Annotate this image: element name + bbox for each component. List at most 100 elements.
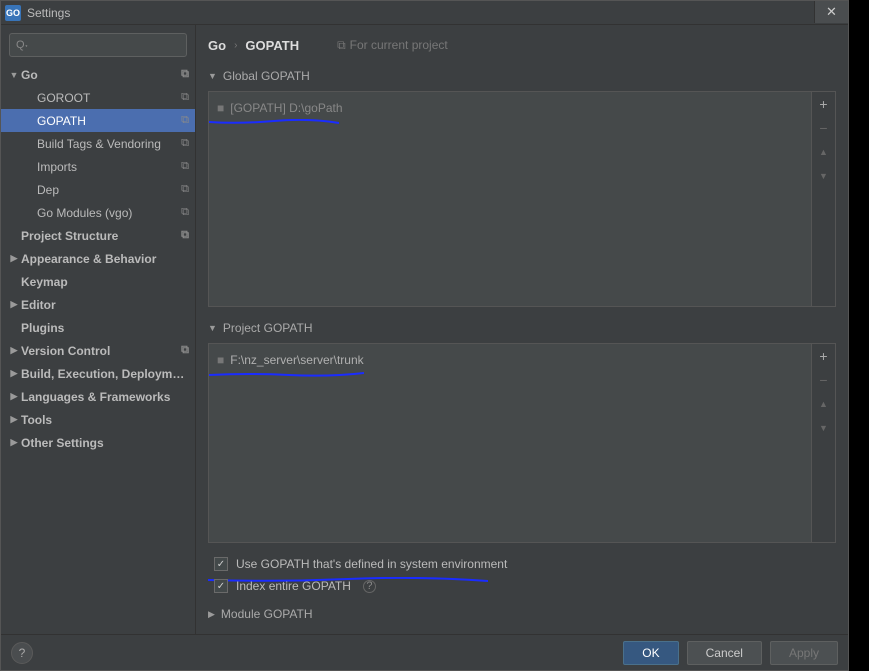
move-up-button[interactable]: ▲ [812, 392, 836, 416]
sidebar-item-project-structure[interactable]: Project Structure ⧉ [1, 224, 195, 247]
chevron-right-icon: ▶ [7, 299, 21, 310]
chevron-right-icon: ▶ [208, 609, 215, 620]
project-gopath-list[interactable]: ■ F:\nz_server\server\trunk [209, 344, 811, 542]
move-down-button[interactable]: ▼ [812, 416, 836, 440]
global-gopath-entry: [GOPATH] D:\goPath [230, 101, 342, 115]
global-gopath-panel: ■ [GOPATH] D:\goPath + − ▲ ▼ [208, 91, 836, 307]
sidebar-item-label: Go [21, 68, 177, 82]
global-gopath-header[interactable]: ▼ Global GOPATH [196, 65, 848, 87]
sidebar-item-build-tags-vendoring[interactable]: Build Tags & Vendoring ⧉ [1, 132, 195, 155]
sidebar-item-label: GOROOT [37, 91, 177, 105]
body: Q˖ ▼Go⧉GOROOT⧉GOPATH⧉Build Tags & Vendor… [1, 25, 848, 634]
copy-icon: ⧉ [337, 38, 346, 53]
copy-icon: ⧉ [181, 183, 189, 196]
module-gopath-header[interactable]: ▶ Module GOPATH [196, 603, 848, 625]
sidebar-item-label: Version Control [21, 344, 177, 358]
main-panel: Go › GOPATH ⧉ For current project ▼ Glob… [196, 25, 848, 634]
sidebar-item-label: Appearance & Behavior [21, 252, 189, 266]
copy-icon: ⧉ [181, 91, 189, 104]
sidebar-item-keymap[interactable]: Keymap [1, 270, 195, 293]
chevron-right-icon: › [234, 40, 237, 51]
sidebar-item-build-execution-deployment[interactable]: ▶Build, Execution, Deployment [1, 362, 195, 385]
project-gopath-title: Project GOPATH [223, 321, 313, 335]
sidebar-item-dep[interactable]: Dep ⧉ [1, 178, 195, 201]
help-button[interactable]: ? [11, 642, 33, 664]
use-env-gopath-row: ✓ Use GOPATH that's defined in system en… [196, 553, 848, 575]
breadcrumb-leaf: GOPATH [245, 38, 299, 53]
global-gopath-title: Global GOPATH [223, 69, 310, 83]
copy-icon: ⧉ [181, 344, 189, 357]
copy-icon: ⧉ [181, 229, 189, 242]
sidebar-item-version-control[interactable]: ▶Version Control ⧉ [1, 339, 195, 362]
sidebar-item-appearance-behavior[interactable]: ▶Appearance & Behavior [1, 247, 195, 270]
search-box[interactable]: Q˖ [9, 33, 187, 57]
copy-icon: ⧉ [181, 137, 189, 150]
titlebar: GO Settings ✕ [1, 1, 848, 25]
app-icon: GO [5, 5, 21, 21]
project-gopath-header[interactable]: ▼ Project GOPATH [196, 317, 848, 339]
chevron-right-icon: ▶ [7, 253, 21, 264]
window-close-button[interactable]: ✕ [814, 1, 848, 23]
global-gopath-toolbar: + − ▲ ▼ [811, 92, 835, 306]
index-entire-gopath-label: Index entire GOPATH [236, 579, 351, 593]
move-up-button[interactable]: ▲ [812, 140, 836, 164]
list-item[interactable]: ■ F:\nz_server\server\trunk [217, 350, 803, 370]
sidebar-item-label: Editor [21, 298, 189, 312]
search-input[interactable] [32, 38, 187, 52]
remove-button[interactable]: − [812, 116, 836, 140]
settings-window: GO Settings ✕ Q˖ ▼Go⧉GOROOT⧉GOPATH⧉Build… [0, 0, 849, 671]
list-item[interactable]: ■ [GOPATH] D:\goPath [217, 98, 803, 118]
sidebar-item-imports[interactable]: Imports⧉ [1, 155, 195, 178]
apply-button[interactable]: Apply [770, 641, 838, 665]
sidebar-item-label: Plugins [21, 321, 189, 335]
sidebar-item-plugins[interactable]: Plugins [1, 316, 195, 339]
chevron-right-icon: ▶ [7, 368, 21, 379]
breadcrumb: Go › GOPATH ⧉ For current project [196, 25, 848, 65]
global-gopath-list[interactable]: ■ [GOPATH] D:\goPath [209, 92, 811, 306]
sidebar-item-label: Languages & Frameworks [21, 390, 189, 404]
project-gopath-entry: F:\nz_server\server\trunk [230, 353, 363, 367]
sidebar-item-other-settings[interactable]: ▶Other Settings [1, 431, 195, 454]
for-current-project-label: ⧉ For current project [337, 38, 448, 53]
copy-icon: ⧉ [181, 206, 189, 219]
chevron-down-icon: ▼ [7, 70, 21, 80]
use-env-gopath-label: Use GOPATH that's defined in system envi… [236, 557, 507, 571]
sidebar-item-go[interactable]: ▼Go ⧉ [1, 63, 195, 86]
copy-icon: ⧉ [181, 160, 189, 173]
add-button[interactable]: + [812, 344, 836, 368]
dialog-footer: ? OK Cancel Apply [1, 634, 848, 670]
help-icon[interactable]: ? [363, 580, 376, 593]
remove-button[interactable]: − [812, 368, 836, 392]
search-icon: Q˖ [16, 39, 28, 51]
chevron-right-icon: ▶ [7, 345, 21, 356]
index-entire-gopath-row: ✓ Index entire GOPATH ? [196, 575, 848, 597]
sidebar-item-label: Keymap [21, 275, 189, 289]
project-gopath-toolbar: + − ▲ ▼ [811, 344, 835, 542]
move-down-button[interactable]: ▼ [812, 164, 836, 188]
sidebar-item-label: Project Structure [21, 229, 177, 243]
cancel-button[interactable]: Cancel [687, 641, 762, 665]
folder-icon: ■ [217, 101, 224, 115]
sidebar-item-go-modules-vgo-[interactable]: Go Modules (vgo)⧉ [1, 201, 195, 224]
copy-icon: ⧉ [181, 68, 189, 81]
chevron-right-icon: ▶ [7, 414, 21, 425]
use-env-gopath-checkbox[interactable]: ✓ [214, 557, 228, 571]
ok-button[interactable]: OK [623, 641, 678, 665]
sidebar-item-goroot[interactable]: GOROOT ⧉ [1, 86, 195, 109]
chevron-right-icon: ▶ [7, 391, 21, 402]
sidebar-item-gopath[interactable]: GOPATH⧉ [1, 109, 195, 132]
sidebar-item-languages-frameworks[interactable]: ▶Languages & Frameworks [1, 385, 195, 408]
folder-icon: ■ [217, 353, 224, 367]
sidebar-item-editor[interactable]: ▶Editor [1, 293, 195, 316]
sidebar-item-label: Dep [37, 183, 177, 197]
module-gopath-title: Module GOPATH [221, 607, 313, 621]
sidebar-item-tools[interactable]: ▶Tools [1, 408, 195, 431]
index-entire-gopath-checkbox[interactable]: ✓ [214, 579, 228, 593]
window-title: Settings [27, 6, 70, 20]
sidebar-item-label: Tools [21, 413, 189, 427]
sidebar-item-label: Build Tags & Vendoring [37, 137, 177, 151]
add-button[interactable]: + [812, 92, 836, 116]
project-gopath-panel: ■ F:\nz_server\server\trunk + − ▲ ▼ [208, 343, 836, 543]
sidebar: Q˖ ▼Go⧉GOROOT⧉GOPATH⧉Build Tags & Vendor… [1, 25, 196, 634]
settings-tree: ▼Go⧉GOROOT⧉GOPATH⧉Build Tags & Vendoring… [1, 63, 195, 634]
